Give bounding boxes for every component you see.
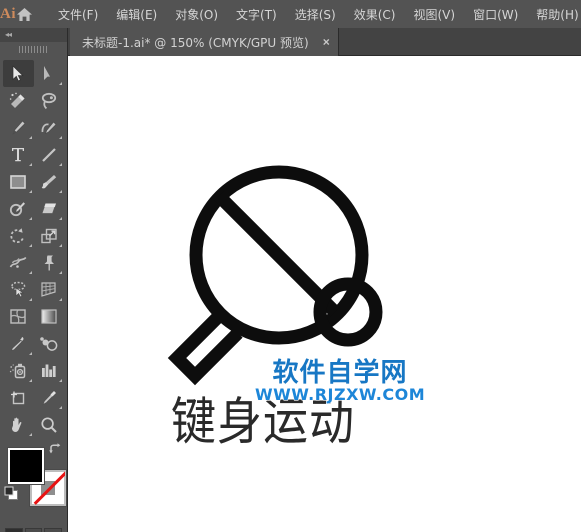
scale-tool[interactable] bbox=[34, 222, 65, 249]
tool-flyout-indicator bbox=[28, 163, 32, 166]
tool-flyout-indicator bbox=[28, 190, 32, 193]
menu-window[interactable]: 窗口(W) bbox=[464, 3, 527, 26]
tool-flyout-indicator bbox=[28, 298, 32, 301]
zoom-tool[interactable] bbox=[34, 411, 65, 438]
lasso-tool[interactable] bbox=[34, 87, 65, 114]
shape-builder-tool[interactable] bbox=[3, 276, 34, 303]
type-tool[interactable] bbox=[3, 141, 34, 168]
tool-flyout-indicator bbox=[59, 406, 62, 409]
tool-flyout-indicator bbox=[59, 136, 62, 139]
tool-flyout-indicator bbox=[28, 352, 32, 355]
line-segment-tool[interactable] bbox=[34, 141, 65, 168]
blend-tool[interactable] bbox=[34, 330, 65, 357]
eraser-tool[interactable] bbox=[34, 195, 65, 222]
rectangle-tool[interactable] bbox=[3, 168, 34, 195]
slice-tool[interactable] bbox=[34, 384, 65, 411]
tool-flyout-indicator bbox=[59, 163, 62, 166]
free-transform-tool[interactable] bbox=[34, 249, 65, 276]
tool-flyout-indicator bbox=[59, 244, 62, 247]
menu-select[interactable]: 选择(S) bbox=[286, 3, 345, 26]
site-watermark: 软件自学网 WWW.RJZXW.COM bbox=[254, 358, 426, 404]
fill-color-swatch[interactable] bbox=[8, 448, 44, 484]
watermark-brand: 软件自学网 bbox=[272, 358, 408, 388]
curvature-tool[interactable] bbox=[34, 114, 65, 141]
menu-file[interactable]: 文件(F) bbox=[49, 3, 107, 26]
color-swatch-zone bbox=[0, 438, 67, 524]
grip-dots-icon bbox=[18, 45, 49, 53]
color-mode-row bbox=[0, 524, 67, 532]
symbol-sprayer-tool[interactable] bbox=[3, 357, 34, 384]
menu-bar: Ai 文件(F) 编辑(E) 对象(O) 文字(T) 选择(S) 效果(C) 视… bbox=[0, 0, 581, 28]
document-canvas[interactable]: 键身运动 软件自学网 WWW.RJZXW.COM bbox=[69, 57, 581, 532]
gradient-mode[interactable] bbox=[24, 528, 43, 532]
tools-panel: ◂◂ bbox=[0, 28, 68, 532]
eyedropper-tool[interactable] bbox=[3, 330, 34, 357]
tool-flyout-indicator bbox=[59, 82, 62, 85]
default-fill-stroke-icon[interactable] bbox=[4, 486, 19, 506]
fill-color-mode[interactable] bbox=[5, 528, 23, 532]
tool-flyout-indicator bbox=[28, 379, 32, 382]
rotate-tool[interactable] bbox=[3, 222, 34, 249]
tool-flyout-indicator bbox=[28, 217, 32, 220]
tool-flyout-indicator bbox=[28, 244, 32, 247]
direct-selection-tool[interactable] bbox=[34, 60, 65, 87]
document-tab-title: 未标题-1.ai* @ 150% (CMYK/GPU 预览) bbox=[82, 35, 309, 50]
magic-wand-tool[interactable] bbox=[3, 87, 34, 114]
tool-flyout-indicator bbox=[59, 217, 62, 220]
document-tab[interactable]: 未标题-1.ai* @ 150% (CMYK/GPU 预览) × bbox=[70, 28, 339, 56]
menu-object[interactable]: 对象(O) bbox=[166, 3, 227, 26]
column-graph-tool[interactable] bbox=[34, 357, 65, 384]
shaper-tool[interactable] bbox=[3, 195, 34, 222]
menu-type[interactable]: 文字(T) bbox=[227, 3, 286, 26]
tools-panel-header: ◂◂ bbox=[0, 28, 67, 42]
perspective-grid-tool[interactable] bbox=[34, 276, 65, 303]
close-icon[interactable]: × bbox=[323, 36, 330, 48]
illustrator-window: Ai 文件(F) 编辑(E) 对象(O) 文字(T) 选择(S) 效果(C) 视… bbox=[0, 0, 581, 532]
tool-flyout-indicator bbox=[28, 136, 32, 139]
app-logo: Ai bbox=[0, 5, 16, 22]
mesh-tool[interactable] bbox=[3, 303, 34, 330]
menu-view[interactable]: 视图(V) bbox=[404, 3, 464, 26]
tool-flyout-indicator bbox=[59, 190, 62, 193]
menu-item-list: 文件(F) 编辑(E) 对象(O) 文字(T) 选择(S) 效果(C) 视图(V… bbox=[49, 3, 581, 26]
paintbrush-tool[interactable] bbox=[34, 168, 65, 195]
tool-flyout-indicator bbox=[59, 298, 62, 301]
menu-effect[interactable]: 效果(C) bbox=[345, 3, 405, 26]
home-icon[interactable] bbox=[16, 0, 33, 28]
tool-flyout-indicator bbox=[28, 271, 32, 274]
swap-fill-stroke-icon[interactable] bbox=[48, 442, 62, 461]
gradient-tool[interactable] bbox=[34, 303, 65, 330]
width-tool[interactable] bbox=[3, 249, 34, 276]
tool-flyout-indicator bbox=[28, 433, 32, 436]
artboard-tool[interactable] bbox=[3, 384, 34, 411]
hand-tool[interactable] bbox=[3, 411, 34, 438]
menu-help[interactable]: 帮助(H) bbox=[527, 3, 581, 26]
tool-grid bbox=[0, 56, 67, 438]
tool-flyout-indicator bbox=[59, 379, 62, 382]
none-mode[interactable] bbox=[44, 528, 63, 532]
tools-panel-grip[interactable] bbox=[0, 42, 67, 56]
tool-flyout-indicator bbox=[59, 271, 62, 274]
watermark-url: WWW.RJZXW.COM bbox=[254, 385, 426, 404]
selection-tool[interactable] bbox=[3, 60, 34, 87]
collapse-panel-icon[interactable]: ◂◂ bbox=[5, 31, 12, 39]
menu-edit[interactable]: 编辑(E) bbox=[107, 3, 166, 26]
document-tab-bar: 未标题-1.ai* @ 150% (CMYK/GPU 预览) × bbox=[68, 28, 581, 56]
pen-tool[interactable] bbox=[3, 114, 34, 141]
